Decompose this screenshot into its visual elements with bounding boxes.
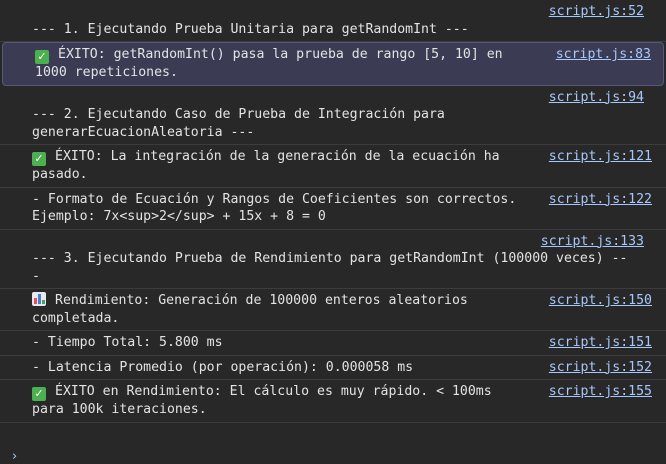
console-message: script.js:52 --- 1. Ejecutando Prueba Uni…: [0, 0, 666, 42]
source-link[interactable]: script.js:155: [549, 383, 652, 401]
source-link[interactable]: script.js:122: [549, 191, 652, 209]
console-message: script.js:133 --- 3. Ejecutando Prueba de…: [0, 230, 666, 289]
source-link[interactable]: script.js:133: [32, 233, 658, 251]
message-text: --- 1. Ejecutando Prueba Unitaria para g…: [32, 21, 469, 37]
message-text: --- 2. Ejecutando Caso de Prueba de Inte…: [32, 107, 445, 140]
source-link[interactable]: script.js:150: [549, 292, 652, 310]
source-link[interactable]: script.js:52: [32, 3, 658, 21]
source-link[interactable]: script.js:152: [549, 359, 652, 377]
message-text: - Formato de Ecuación y Rangos de Coefic…: [32, 191, 517, 225]
source-link[interactable]: script.js:151: [549, 334, 652, 352]
source-link[interactable]: script.js:121: [549, 148, 652, 166]
source-link[interactable]: script.js:94: [32, 89, 658, 107]
console-message: script.js:83 ✓ ÉXITO: getRandomInt() pasa …: [2, 42, 664, 86]
console-log: script.js:52 --- 1. Ejecutando Prueba Uni…: [0, 0, 666, 423]
console-message: script.js:122 - Formato de Ecuación y Ran…: [0, 188, 666, 230]
console-message: script.js:150 Rendimiento: Generación de …: [0, 289, 666, 331]
message-text: ÉXITO en Rendimiento: El cálculo es muy …: [32, 384, 492, 417]
check-mark-icon: ✓: [32, 152, 46, 166]
message-text: - Latencia Promedio (por operación): 0.0…: [32, 359, 414, 375]
console-message: script.js:94 --- 2. Ejecutando Caso de Pr…: [0, 86, 666, 145]
console-message: script.js:155 ✓ ÉXITO en Rendimiento: El c…: [0, 380, 666, 423]
check-mark-icon: ✓: [32, 387, 46, 401]
message-text: - Tiempo Total: 5.800 ms: [32, 335, 223, 350]
console-message: script.js:151 - Tiempo Total: 5.800 ms: [0, 331, 666, 356]
message-text: ÉXITO: getRandomInt() pasa la prueba de …: [35, 47, 503, 80]
message-text: --- 3. Ejecutando Prueba de Rendimiento …: [32, 251, 628, 284]
console-message: script.js:121 ✓ ÉXITO: La integración de l…: [0, 145, 666, 188]
message-text: ÉXITO: La integración de la generación d…: [32, 149, 500, 182]
bar-chart-icon: [32, 292, 46, 306]
message-text: Rendimiento: Generación de 100000 entero…: [32, 293, 468, 326]
source-link[interactable]: script.js:83: [555, 46, 651, 64]
check-mark-icon: ✓: [35, 50, 49, 64]
console-message: script.js:152 - Latencia Promedio (por op…: [0, 356, 666, 380]
